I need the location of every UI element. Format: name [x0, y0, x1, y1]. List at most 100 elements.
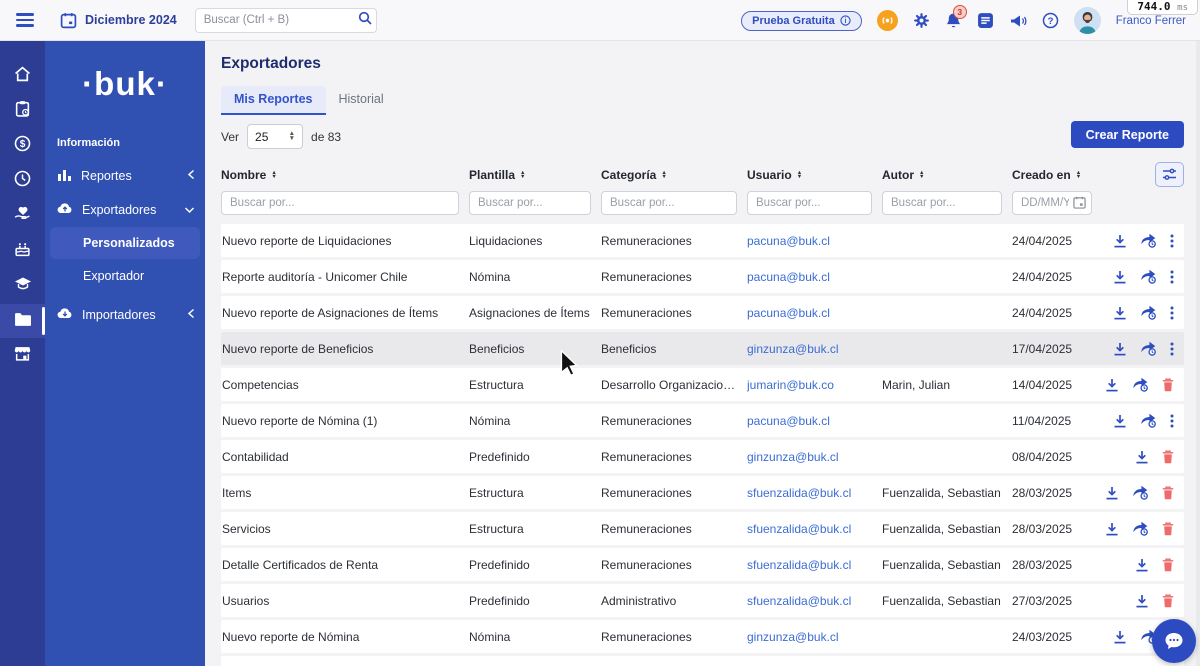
per-page-select[interactable]: 25 ▲ ▼	[247, 124, 304, 149]
user-email-link[interactable]: ginzunza@buk.cl	[747, 450, 839, 464]
search-input[interactable]	[203, 14, 358, 26]
rail-item-home[interactable]	[0, 59, 45, 93]
trial-badge[interactable]: Prueba Gratuita i	[741, 10, 862, 31]
rail-item-graduation-cap[interactable]	[0, 269, 45, 303]
delete-trash-icon[interactable]	[1162, 558, 1174, 572]
column-settings-button[interactable]	[1155, 162, 1184, 187]
user-avatar[interactable]	[1073, 7, 1101, 34]
download-icon[interactable]	[1113, 342, 1127, 356]
share-schedule-icon[interactable]	[1140, 305, 1157, 320]
scrollbar[interactable]	[1196, 41, 1200, 666]
column-header-3[interactable]: Categoría ▲ ▼	[601, 168, 747, 182]
table-row[interactable]: Nuevo reporte de Beneficios Beneficios Ben…	[221, 332, 1184, 365]
global-search[interactable]	[194, 7, 377, 33]
user-email-link[interactable]: pacuna@buk.cl	[747, 234, 830, 248]
tab-historial[interactable]: Historial	[326, 86, 397, 115]
table-row[interactable]: Detalle Certificados de Renta Predefinido…	[221, 548, 1184, 581]
table-row[interactable]: Nuevo reporte de Asignaciones de Ítems As…	[221, 296, 1184, 329]
user-name[interactable]: Franco Ferrer	[1116, 15, 1186, 27]
download-icon[interactable]	[1105, 378, 1119, 392]
table-row[interactable]: Nuevo reporte de Nómina (1) Nómina Remuner…	[221, 404, 1184, 437]
column-header-2[interactable]: Plantilla ▲ ▼	[469, 168, 601, 182]
share-schedule-icon[interactable]	[1140, 413, 1157, 428]
column-header-1[interactable]: Nombre ▲ ▼	[221, 168, 469, 182]
table-row[interactable]: Reporte auditoría - Unicomer Chile Nómina…	[221, 260, 1184, 293]
user-email-link[interactable]: sfuenzalida@buk.cl	[747, 594, 851, 608]
delete-trash-icon[interactable]	[1162, 486, 1174, 500]
download-icon[interactable]	[1113, 414, 1127, 428]
download-icon[interactable]	[1113, 234, 1127, 248]
row-menu-icon[interactable]	[1170, 234, 1174, 248]
sidebar-item-exportador[interactable]: Exportador	[50, 260, 200, 292]
table-row[interactable]: Servicios Estructura Remuneraciones sfuenza…	[221, 512, 1184, 545]
filter-input-plantilla[interactable]	[469, 191, 591, 215]
chat-fab-button[interactable]	[1152, 619, 1196, 663]
table-row[interactable]: Contabilidad Predefinido Remuneraciones gin…	[221, 440, 1184, 473]
announcements-megaphone-icon[interactable]	[1009, 13, 1027, 29]
recording-icon[interactable]	[876, 10, 898, 31]
sidebar-item-reportes[interactable]: Reportes	[45, 159, 205, 193]
share-schedule-icon[interactable]	[1132, 521, 1149, 536]
sort-icon[interactable]: ▲ ▼	[797, 170, 802, 180]
share-schedule-icon[interactable]	[1140, 269, 1157, 284]
calendar-icon[interactable]	[60, 12, 77, 29]
rail-item-cake[interactable]	[0, 234, 45, 268]
user-email-link[interactable]: ginzunza@buk.cl	[747, 342, 839, 356]
download-icon[interactable]	[1113, 270, 1127, 284]
column-header-6[interactable]: Creado en ▲ ▼	[1012, 168, 1104, 182]
sidebar-item-personalizados[interactable]: Personalizados	[50, 227, 200, 259]
sidebar-item-importadores[interactable]: Importadores	[45, 298, 205, 331]
row-menu-icon[interactable]	[1170, 342, 1174, 356]
settings-icon[interactable]	[913, 12, 930, 29]
table-row[interactable]: Competencias Estructura Desarrollo Organiz…	[221, 368, 1184, 401]
user-email-link[interactable]: ginzunza@buk.cl	[747, 630, 839, 644]
rail-item-hand-heart[interactable]	[0, 199, 45, 233]
download-icon[interactable]	[1113, 630, 1127, 644]
column-header-5[interactable]: Autor ▲ ▼	[882, 168, 1012, 182]
sort-icon[interactable]: ▲ ▼	[271, 170, 276, 180]
filter-input-categoría[interactable]	[601, 191, 737, 215]
row-menu-icon[interactable]	[1170, 270, 1174, 284]
rail-item-clipboard[interactable]	[0, 94, 45, 128]
delete-trash-icon[interactable]	[1162, 522, 1174, 536]
user-email-link[interactable]: jumarin@buk.co	[747, 378, 834, 392]
row-menu-icon[interactable]	[1170, 414, 1174, 428]
user-email-link[interactable]: pacuna@buk.cl	[747, 306, 830, 320]
delete-trash-icon[interactable]	[1162, 594, 1174, 608]
notifications-bell-icon[interactable]: 3	[945, 4, 967, 30]
download-icon[interactable]	[1135, 558, 1149, 572]
filter-input-autor[interactable]	[882, 191, 1002, 215]
period-selector[interactable]: Diciembre 2024	[85, 13, 177, 27]
user-email-link[interactable]: pacuna@buk.cl	[747, 414, 830, 428]
table-row[interactable]: Nuevo reporte de Nómina Nómina Remuneracio…	[221, 620, 1184, 653]
create-report-button[interactable]: Crear Reporte	[1070, 121, 1184, 148]
table-row[interactable]: Items Estructura Remuneraciones sfuenzalida…	[221, 476, 1184, 509]
share-schedule-icon[interactable]	[1140, 341, 1157, 356]
filter-input-nombre[interactable]	[221, 191, 459, 215]
rail-item-clock[interactable]	[0, 164, 45, 198]
table-row[interactable]: Nuevo reporte de Liquidaciones Liquidacio…	[221, 224, 1184, 257]
news-icon[interactable]	[977, 12, 994, 29]
download-icon[interactable]	[1113, 306, 1127, 320]
column-header-4[interactable]: Usuario ▲ ▼	[747, 168, 882, 182]
calendar-icon[interactable]	[1073, 196, 1086, 209]
share-schedule-icon[interactable]	[1132, 485, 1149, 500]
download-icon[interactable]	[1105, 522, 1119, 536]
user-email-link[interactable]: sfuenzalida@buk.cl	[747, 486, 851, 500]
download-icon[interactable]	[1105, 486, 1119, 500]
table-row[interactable]: Usuarios Predefinido Administrativo sfuenza…	[221, 584, 1184, 617]
sidebar-item-exportadores[interactable]: Exportadores	[45, 193, 205, 226]
table-row[interactable]	[221, 656, 1184, 666]
help-icon[interactable]: ?	[1042, 12, 1059, 29]
user-email-link[interactable]: sfuenzalida@buk.cl	[747, 558, 851, 572]
search-icon[interactable]	[358, 11, 372, 30]
download-icon[interactable]	[1135, 594, 1149, 608]
sort-icon[interactable]: ▲ ▼	[1076, 170, 1081, 180]
user-email-link[interactable]: pacuna@buk.cl	[747, 270, 830, 284]
sort-icon[interactable]: ▲ ▼	[919, 170, 924, 180]
delete-trash-icon[interactable]	[1162, 378, 1174, 392]
rail-item-folder[interactable]	[0, 304, 45, 338]
menu-toggle-icon[interactable]	[16, 13, 34, 27]
filter-input-usuario[interactable]	[747, 191, 872, 215]
sort-icon[interactable]: ▲ ▼	[661, 170, 666, 180]
